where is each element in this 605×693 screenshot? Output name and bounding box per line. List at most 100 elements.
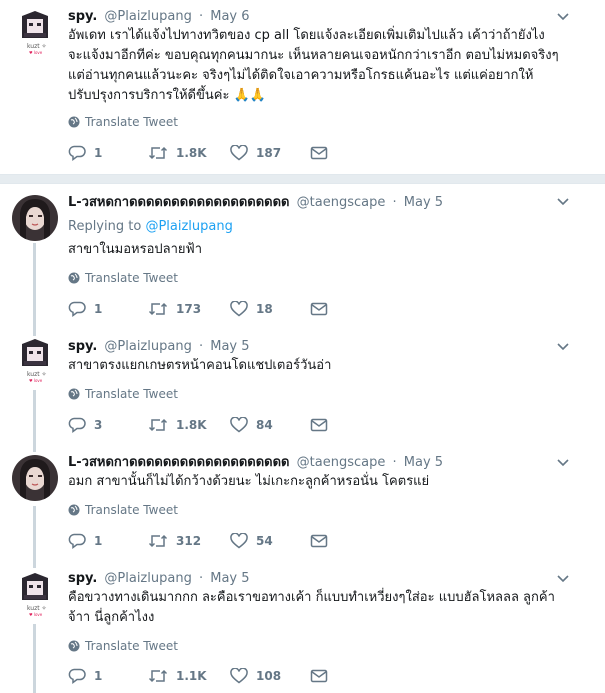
- avatar-spy[interactable]: kuzt ✧ ♥ love: [12, 572, 58, 618]
- reply-button[interactable]: 1: [68, 533, 102, 549]
- retweet-icon: [148, 302, 168, 316]
- translate-tweet-link[interactable]: Translate Tweet: [68, 639, 178, 653]
- translate-label: Translate Tweet: [85, 387, 178, 401]
- mention-link[interactable]: @Plaizlupang: [145, 219, 232, 234]
- retweet-icon: [148, 146, 168, 160]
- chevron-down-icon[interactable]: [557, 574, 569, 584]
- tweet-actions: 1 312 54: [68, 533, 368, 553]
- heart-icon: [230, 533, 248, 549]
- display-name[interactable]: spy.: [68, 339, 97, 354]
- display-name[interactable]: L-วสหดกาดดดดดดดดดดดดดดดดดดด: [68, 195, 290, 210]
- retweet-count: 312: [176, 534, 202, 548]
- translate-label: Translate Tweet: [85, 271, 178, 285]
- replying-to: Replying to @Plaizlupang: [68, 219, 233, 234]
- translate-tweet-link[interactable]: Translate Tweet: [68, 271, 178, 285]
- like-button[interactable]: 84: [230, 417, 273, 433]
- translate-tweet-link[interactable]: Translate Tweet: [68, 115, 178, 129]
- reply-button[interactable]: 1: [68, 145, 102, 161]
- display-name[interactable]: L-วสหดกาดดดดดดดดดดดดดดดดดดด: [68, 455, 290, 470]
- retweet-count: 173: [176, 302, 202, 316]
- reply-button[interactable]: 1: [68, 668, 102, 684]
- translate-tweet-link[interactable]: Translate Tweet: [68, 387, 178, 401]
- retweet-count: 1.8K: [176, 418, 207, 432]
- avatar-taengscape[interactable]: [12, 195, 58, 241]
- retweet-button[interactable]: 1.8K: [148, 417, 207, 433]
- conversation-separator: [0, 174, 605, 184]
- like-button[interactable]: 54: [230, 533, 273, 549]
- user-handle[interactable]: @Plaizlupang: [104, 9, 191, 24]
- reply-count: 1: [94, 302, 103, 316]
- display-name[interactable]: spy.: [68, 571, 97, 586]
- tweet-actions: 1 173 18: [68, 301, 368, 321]
- reply-count: 1: [94, 146, 103, 160]
- like-count: 108: [256, 669, 282, 683]
- tweet-header: L-วสหดกาดดดดดดดดดดดดดดดดดดด @taengscape …: [68, 195, 444, 210]
- reply-button[interactable]: 3: [68, 417, 102, 433]
- tweet-2[interactable]: L-วสหดกาดดดดดดดดดดดดดดดดดดด @taengscape …: [0, 184, 605, 328]
- retweet-button[interactable]: 1.1K: [148, 668, 207, 684]
- timestamp[interactable]: May 5: [404, 455, 443, 470]
- replying-prefix: Replying to: [68, 219, 142, 234]
- tweet-header: spy. @Plaizlupang · May 6: [68, 9, 250, 24]
- like-button[interactable]: 18: [230, 301, 273, 317]
- chevron-down-icon[interactable]: [557, 197, 569, 207]
- envelope-icon: [310, 418, 328, 432]
- tweet-1[interactable]: kuzt ✧ ♥ love spy. @Plaizlupang · May 6 …: [0, 0, 605, 170]
- tweet-3[interactable]: kuzt ✧ ♥ love spy. @Plaizlupang · May 5 …: [0, 332, 605, 448]
- like-count: 187: [256, 146, 282, 160]
- retweet-button[interactable]: 173: [148, 301, 201, 317]
- avatar-spy[interactable]: kuzt ✧ ♥ love: [12, 338, 58, 384]
- tweet-header: spy. @Plaizlupang · May 5: [68, 339, 250, 354]
- like-count: 54: [256, 534, 273, 548]
- direct-message-button[interactable]: [310, 668, 336, 684]
- tweet-5[interactable]: kuzt ✧ ♥ love spy. @Plaizlupang · May 5 …: [0, 564, 605, 693]
- globe-icon: [68, 504, 80, 516]
- envelope-icon: [310, 669, 328, 683]
- timestamp[interactable]: May 6: [210, 9, 249, 24]
- heart-icon: [230, 668, 248, 684]
- heart-icon: [230, 145, 248, 161]
- tweet-4[interactable]: L-วสหดกาดดดดดดดดดดดดดดดดดดด @taengscape …: [0, 448, 605, 564]
- svg-text:♥ love: ♥ love: [29, 378, 43, 383]
- user-handle[interactable]: @taengscape: [297, 455, 386, 470]
- translate-tweet-link[interactable]: Translate Tweet: [68, 503, 178, 517]
- globe-icon: [68, 388, 80, 400]
- reply-button[interactable]: 1: [68, 301, 102, 317]
- translate-label: Translate Tweet: [85, 503, 178, 517]
- heart-icon: [230, 417, 248, 433]
- reply-icon: [68, 533, 86, 549]
- tweet-text: อมก สาขานั้นก็ไม่ได้กว้างด้วยนะ ไม่เกะกะ…: [68, 474, 430, 489]
- envelope-icon: [310, 302, 328, 316]
- globe-icon: [68, 640, 80, 652]
- svg-text:kuzt ✧: kuzt ✧: [27, 371, 47, 378]
- tweet-actions: 1 1.1K 108: [68, 668, 368, 688]
- direct-message-button[interactable]: [310, 533, 336, 549]
- avatar-taengscape[interactable]: [12, 455, 58, 501]
- user-handle[interactable]: @Plaizlupang: [104, 571, 191, 586]
- timestamp[interactable]: May 5: [404, 195, 443, 210]
- tweet-text: สาขาตรงแยกเกษตรหน้าคอนโดแชปเตอร์วันอ่า: [68, 358, 332, 373]
- retweet-button[interactable]: 1.8K: [148, 145, 207, 161]
- tweet-actions: 1 1.8K 187: [68, 145, 368, 165]
- heart-icon: [230, 301, 248, 317]
- chevron-down-icon[interactable]: [557, 458, 569, 468]
- direct-message-button[interactable]: [310, 417, 336, 433]
- timestamp[interactable]: May 5: [210, 339, 249, 354]
- like-count: 18: [256, 302, 273, 316]
- reply-count: 1: [94, 669, 103, 683]
- user-handle[interactable]: @Plaizlupang: [104, 339, 191, 354]
- like-button[interactable]: 187: [230, 145, 281, 161]
- avatar-spy[interactable]: kuzt ✧ ♥ love: [12, 10, 58, 56]
- reply-count: 1: [94, 534, 103, 548]
- retweet-button[interactable]: 312: [148, 533, 201, 549]
- globe-icon: [68, 272, 80, 284]
- chevron-down-icon[interactable]: [557, 12, 569, 22]
- direct-message-button[interactable]: [310, 301, 336, 317]
- user-handle[interactable]: @taengscape: [297, 195, 386, 210]
- direct-message-button[interactable]: [310, 145, 336, 161]
- display-name[interactable]: spy.: [68, 9, 97, 24]
- tweet-text: คือขวางทางเดินมากกก ละคือเราขอทางเค้า ก็…: [68, 590, 555, 625]
- timestamp[interactable]: May 5: [210, 571, 249, 586]
- like-button[interactable]: 108: [230, 668, 281, 684]
- chevron-down-icon[interactable]: [557, 342, 569, 352]
